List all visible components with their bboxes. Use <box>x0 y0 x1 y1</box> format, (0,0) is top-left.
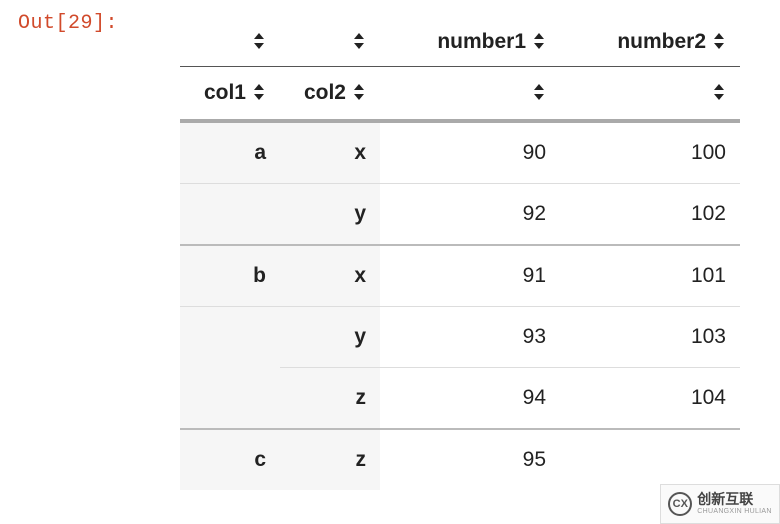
table-row: y92102 <box>180 184 740 246</box>
sort-icon[interactable] <box>532 85 546 101</box>
table-row: y93103 <box>180 307 740 368</box>
dataframe-table: number1 number2 col1 col2 ax90100y92102b… <box>180 18 740 490</box>
index-col2: x <box>280 121 380 184</box>
header-row-sub: col1 col2 <box>180 67 740 122</box>
cell-number2 <box>560 429 740 490</box>
index-col1 <box>180 184 280 246</box>
output-prompt: Out[29]: <box>18 12 118 35</box>
cell-number1: 94 <box>380 368 560 430</box>
cell-number1: 91 <box>380 245 560 307</box>
watermark: CX 创新互联 CHUANGXIN HULIAN <box>660 484 780 524</box>
header-sub-blank-1[interactable] <box>380 67 560 122</box>
cell-number1: 93 <box>380 307 560 368</box>
table-row: bx91101 <box>180 245 740 307</box>
table-row: ax90100 <box>180 121 740 184</box>
watermark-en: CHUANGXIN HULIAN <box>697 508 771 516</box>
sort-icon[interactable] <box>712 85 726 101</box>
index-col1: a <box>180 121 280 184</box>
dataframe-table-wrap: number1 number2 col1 col2 ax90100y92102b… <box>180 18 740 490</box>
header-col2[interactable]: col2 <box>280 67 380 122</box>
table-body: ax90100y92102bx91101y93103z94104cz95 <box>180 121 740 490</box>
index-col2: z <box>280 429 380 490</box>
sort-icon[interactable] <box>352 34 366 50</box>
sort-icon[interactable] <box>252 34 266 50</box>
index-col2: y <box>280 307 380 368</box>
index-col1 <box>180 368 280 430</box>
table-row: cz95 <box>180 429 740 490</box>
header-col1[interactable]: col1 <box>180 67 280 122</box>
cell-number2: 102 <box>560 184 740 246</box>
index-col2: z <box>280 368 380 430</box>
watermark-cn: 创新互联 <box>697 492 771 507</box>
cell-number2: 104 <box>560 368 740 430</box>
sort-icon[interactable] <box>712 34 726 50</box>
header-number1[interactable]: number1 <box>380 18 560 67</box>
header-sub-blank-2[interactable] <box>560 67 740 122</box>
index-col1 <box>180 307 280 368</box>
sort-icon[interactable] <box>352 85 366 101</box>
watermark-text: 创新互联 CHUANGXIN HULIAN <box>697 492 771 515</box>
header-blank-2[interactable] <box>280 18 380 67</box>
sort-icon[interactable] <box>532 34 546 50</box>
index-col2: x <box>280 245 380 307</box>
cell-number1: 90 <box>380 121 560 184</box>
header-blank-1[interactable] <box>180 18 280 67</box>
cell-number1: 95 <box>380 429 560 490</box>
header-number2[interactable]: number2 <box>560 18 740 67</box>
cell-number2: 100 <box>560 121 740 184</box>
cell-number1: 92 <box>380 184 560 246</box>
index-col1: b <box>180 245 280 307</box>
watermark-logo-icon: CX <box>668 492 692 516</box>
header-row-top: number1 number2 <box>180 18 740 67</box>
cell-number2: 101 <box>560 245 740 307</box>
table-row: z94104 <box>180 368 740 430</box>
cell-number2: 103 <box>560 307 740 368</box>
index-col2: y <box>280 184 380 246</box>
sort-icon[interactable] <box>252 85 266 101</box>
index-col1: c <box>180 429 280 490</box>
